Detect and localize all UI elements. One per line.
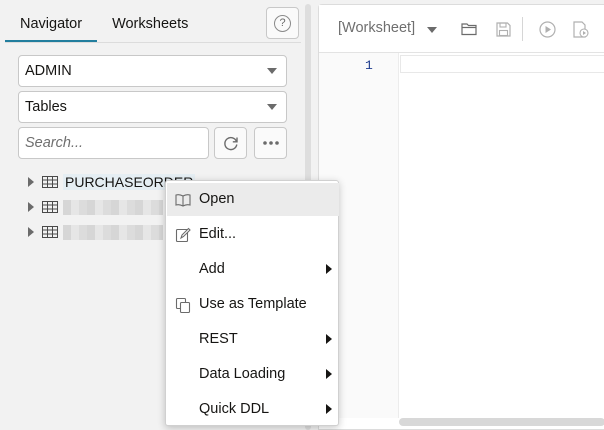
menu-item-edit[interactable]: Edit... [167,218,339,251]
worksheet-toolbar: [Worksheet] [319,5,604,53]
table-icon [42,176,58,188]
chevron-down-icon[interactable] [427,27,437,33]
copy-icon [175,297,191,313]
menu-item-data-loading[interactable]: Data Loading [167,358,339,391]
submenu-arrow-icon [326,334,332,344]
toolbar-separator [522,17,523,41]
search-input[interactable] [18,127,209,159]
more-options-button[interactable] [254,127,287,159]
menu-item-label: REST [199,331,238,347]
run-button[interactable] [537,19,557,39]
run-script-button[interactable] [571,19,591,39]
table-icon [42,201,58,213]
chevron-down-icon [267,104,277,110]
menu-item-open[interactable]: Open [167,183,339,216]
schema-select-value: ADMIN [25,63,72,79]
expand-triangle-icon[interactable] [28,202,34,212]
help-button[interactable]: ? [266,7,299,39]
line-number: 1 [365,58,373,73]
tree-item[interactable] [28,197,163,217]
play-icon [538,20,556,38]
menu-item-use-as-template[interactable]: Use as Template [167,288,339,321]
expand-triangle-icon[interactable] [28,227,34,237]
menu-item-label: Open [199,191,235,207]
schema-select[interactable]: ADMIN [18,55,287,87]
redacted-label [63,199,163,215]
folder-icon [460,23,477,36]
menu-item-label: Edit... [199,226,237,242]
book-open-icon [175,194,191,207]
menu-item-label: Use as Template [199,296,307,312]
expand-triangle-icon[interactable] [28,177,34,187]
context-menu: Open Edit... Add Use as Template REST Da… [165,180,339,426]
menu-item-label: Quick DDL [199,401,270,417]
submenu-arrow-icon [326,264,332,274]
more-horizontal-icon [262,141,279,145]
pencil-icon [175,227,191,243]
run-script-icon [573,20,589,38]
code-editor-line[interactable] [400,55,604,73]
submenu-arrow-icon [326,404,332,414]
refresh-icon [223,136,238,151]
menu-item-quick-ddl[interactable]: Quick DDL [167,393,339,426]
object-type-select[interactable]: Tables [18,91,287,123]
object-type-select-value: Tables [25,99,67,115]
horizontal-scrollbar[interactable] [399,418,604,426]
worksheet-title[interactable]: [Worksheet] [338,20,415,36]
menu-item-rest[interactable]: REST [167,323,339,356]
tree-item[interactable] [28,222,163,242]
open-folder-button[interactable] [459,19,479,39]
navigator-tabs: Navigator Worksheets [5,6,203,42]
tab-divider [5,42,301,43]
table-icon [42,226,58,238]
menu-item-label: Data Loading [199,366,286,382]
save-icon [495,21,511,37]
worksheet-panel: [Worksheet] 1 [318,4,604,430]
refresh-button[interactable] [214,127,247,159]
redacted-label [63,224,163,240]
tab-worksheets[interactable]: Worksheets [97,6,203,42]
menu-item-label: Add [199,261,225,277]
menu-item-add[interactable]: Add [167,253,339,286]
help-icon: ? [274,14,291,32]
chevron-down-icon [267,68,277,74]
submenu-arrow-icon [326,369,332,379]
tab-navigator[interactable]: Navigator [5,6,98,42]
save-button[interactable] [493,19,513,39]
